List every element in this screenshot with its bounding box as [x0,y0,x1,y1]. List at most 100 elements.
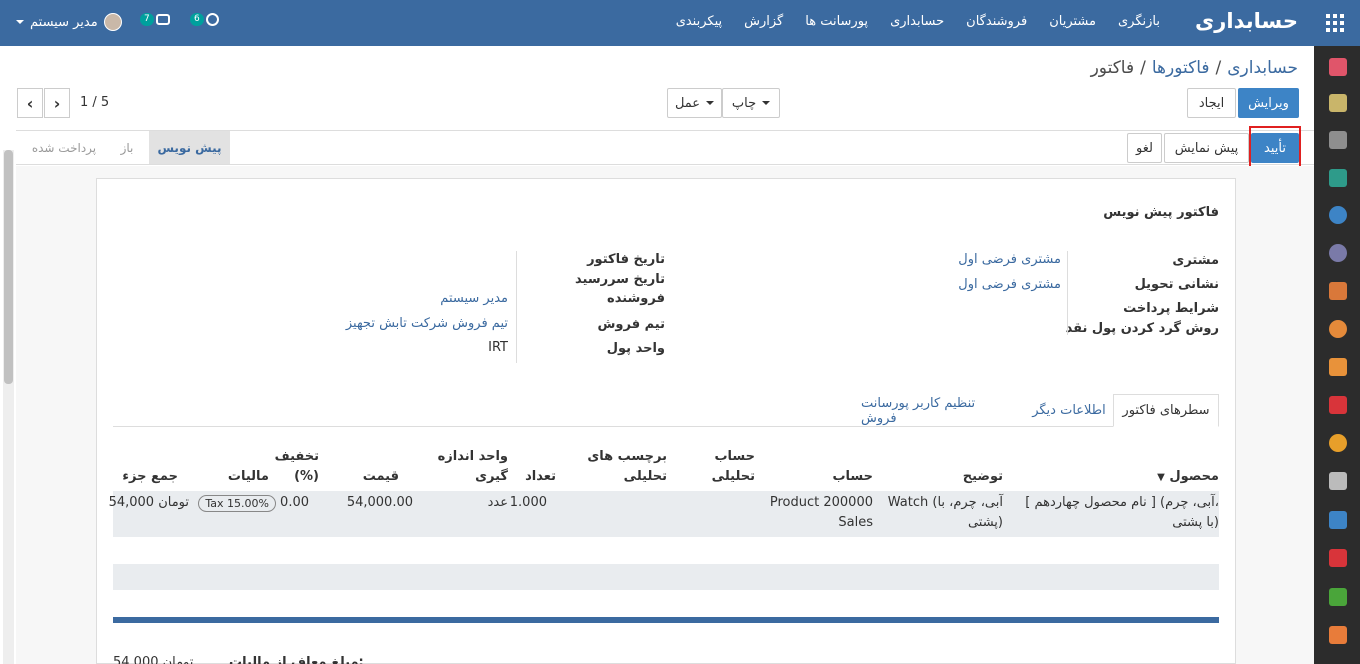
breadcrumb-separator: / [1140,58,1146,78]
sales-team-field[interactable]: تیم فروش شرکت تابش تجهیز [346,316,508,331]
contacts-icon[interactable] [1329,169,1347,187]
activities-count-badge: 6 [190,13,204,26]
delivery-address-label: نشانی تحویل [1134,277,1219,292]
invoice-icon[interactable] [1329,626,1347,644]
column-header-description[interactable]: توضیح [963,467,1003,487]
chevron-right-icon: › [53,93,61,113]
sort-caret-icon: ▼ [1157,472,1165,483]
chevron-left-icon: ‹ [26,93,34,113]
menu-item-reports[interactable]: گزارش [744,14,783,29]
totals-separator [113,617,1219,623]
row-discount[interactable]: 0.00 [280,493,309,513]
stage-draft: پیش نویس [149,131,230,164]
action-dropdown[interactable]: عمل [667,88,722,118]
menu-item-accounting[interactable]: حسابداری [890,14,944,29]
apps-menu-icon[interactable] [1326,14,1344,32]
edit-button[interactable]: ویرایش [1238,88,1299,118]
support-icon[interactable] [1329,244,1347,262]
user-menu[interactable]: مدیر سیستم [16,13,122,31]
salesperson-field[interactable]: مدیر سیستم [440,291,508,306]
folder-icon[interactable] [1329,396,1347,414]
column-header-discount[interactable]: تخفیف (%) [275,447,319,487]
stage-open: باز [120,140,134,155]
action-label: عمل [674,95,701,111]
column-header-product[interactable]: ▼ محصول [1157,467,1219,488]
chart-icon[interactable] [1329,282,1347,300]
right-sidebar [1314,46,1360,664]
discuss-icon[interactable] [1329,58,1347,76]
delivery-address-field[interactable]: مشتری فرضی اول [958,277,1061,292]
field-divider [516,251,517,363]
currency-label: واحد پول [606,341,665,356]
tab-commission-settings[interactable]: تنظیم کاربر پورسانت فروش [861,394,1013,427]
settings-icon[interactable] [1329,206,1347,224]
column-header-taxes[interactable]: مالیات [228,467,269,487]
clock-icon [205,13,219,26]
card-icon[interactable] [1329,511,1347,529]
salesperson-label: فروشنده [607,291,665,306]
confirm-highlight [1249,126,1301,168]
empty-row [113,564,1219,590]
untaxed-amount-value: 54,000 تومان [113,655,194,664]
scrollbar-thumb[interactable] [4,150,13,384]
preview-button[interactable]: پیش نمایش [1164,133,1249,163]
due-date-label: تاریخ سررسید [575,272,665,287]
create-button[interactable]: ایجاد [1187,88,1236,118]
breadcrumb-accounting[interactable]: حسابداری [1227,58,1298,78]
row-product[interactable]: [ نام محصول چهاردهم ] (آبی، چرم، با پشتی… [1025,493,1219,533]
chat-icon [155,14,170,25]
breadcrumb: حسابداری / فاکتورها / فاکتور [1091,58,1298,78]
gift-icon[interactable] [1329,549,1347,567]
top-navbar: حسابداری بازنگری مشتریان فروشندگان حسابد… [0,0,1360,46]
row-description[interactable]: Watch (آبی، چرم، با پشتی) [888,493,1003,533]
menu-item-commissions[interactable]: پورسانت ها [805,14,868,29]
column-header-uom[interactable]: واحد اندازه گیری [438,447,508,487]
tax-tag[interactable]: Tax 15.00% [198,495,276,512]
caret-down-icon [16,20,24,24]
row-quantity[interactable]: 1.000 [510,493,547,513]
headset-icon[interactable] [1329,434,1347,452]
untaxed-amount-label: مبلغ معاف از مالیات: [229,655,364,664]
tasks-icon[interactable] [1329,358,1347,376]
print-dropdown[interactable]: چاپ [722,88,780,118]
calendar-icon[interactable] [1329,94,1347,112]
tab-invoice-lines[interactable]: سطرهای فاکتور [1113,394,1219,427]
activities-button[interactable]: 6 [190,13,219,26]
store-icon[interactable] [1329,472,1347,490]
menu-item-review[interactable]: بازنگری [1118,14,1160,29]
next-record-button[interactable]: › [44,88,70,118]
form-title: فاکتور پیش نویس [1103,205,1219,220]
row-account[interactable]: Product 200000 Sales [770,493,873,533]
tab-other-info[interactable]: اطلاعات دیگر [1028,394,1110,427]
breadcrumb-invoices[interactable]: فاکتورها [1152,58,1210,78]
notebook-tabs: سطرهای فاکتور اطلاعات دیگر تنظیم کاربر پ… [113,394,1219,427]
status-bar: تأیید پیش نمایش لغو پیش نویس باز پرداخت … [16,130,1314,165]
pager-counter[interactable]: 1 / 5 [80,95,109,110]
column-header-account[interactable]: حساب [832,467,873,487]
breadcrumb-separator: / [1215,58,1222,78]
menu-item-customers[interactable]: مشتریان [1049,14,1096,29]
messages-button[interactable]: 7 [140,13,170,26]
wrench-icon[interactable] [1329,588,1347,606]
menu-item-vendors[interactable]: فروشندگان [966,14,1027,29]
invoice-sheet: فاکتور پیش نویس مشتری نشانی تحویل شرایط … [96,178,1236,664]
currency-field[interactable]: IRT [488,340,508,355]
sales-team-label: تیم فروش [597,317,665,332]
invoice-date-label: تاریخ فاکتور [587,252,665,267]
column-header-analytic-tags[interactable]: برچسب های تحلیلی [587,447,667,487]
scrollbar[interactable] [3,150,14,664]
column-header-quantity[interactable]: تعداد [525,467,556,487]
column-header-price[interactable]: قیمت [363,467,399,487]
website-icon[interactable] [1329,320,1347,338]
column-header-subtotal[interactable]: جمع جزء [122,467,178,487]
row-uom[interactable]: عدد [488,493,508,513]
previous-record-button[interactable]: ‹ [17,88,43,118]
cancel-invoice-button[interactable]: لغو [1127,133,1162,163]
column-header-analytic-account[interactable]: حساب تحلیلی [712,447,755,487]
customer-field[interactable]: مشتری فرضی اول [958,252,1061,267]
avatar [103,13,122,31]
breadcrumb-current: فاکتور [1090,58,1135,78]
menu-item-configuration[interactable]: پیکربندی [676,14,722,29]
row-price[interactable]: 54,000.00 [347,493,413,513]
notes-icon[interactable] [1329,131,1347,149]
